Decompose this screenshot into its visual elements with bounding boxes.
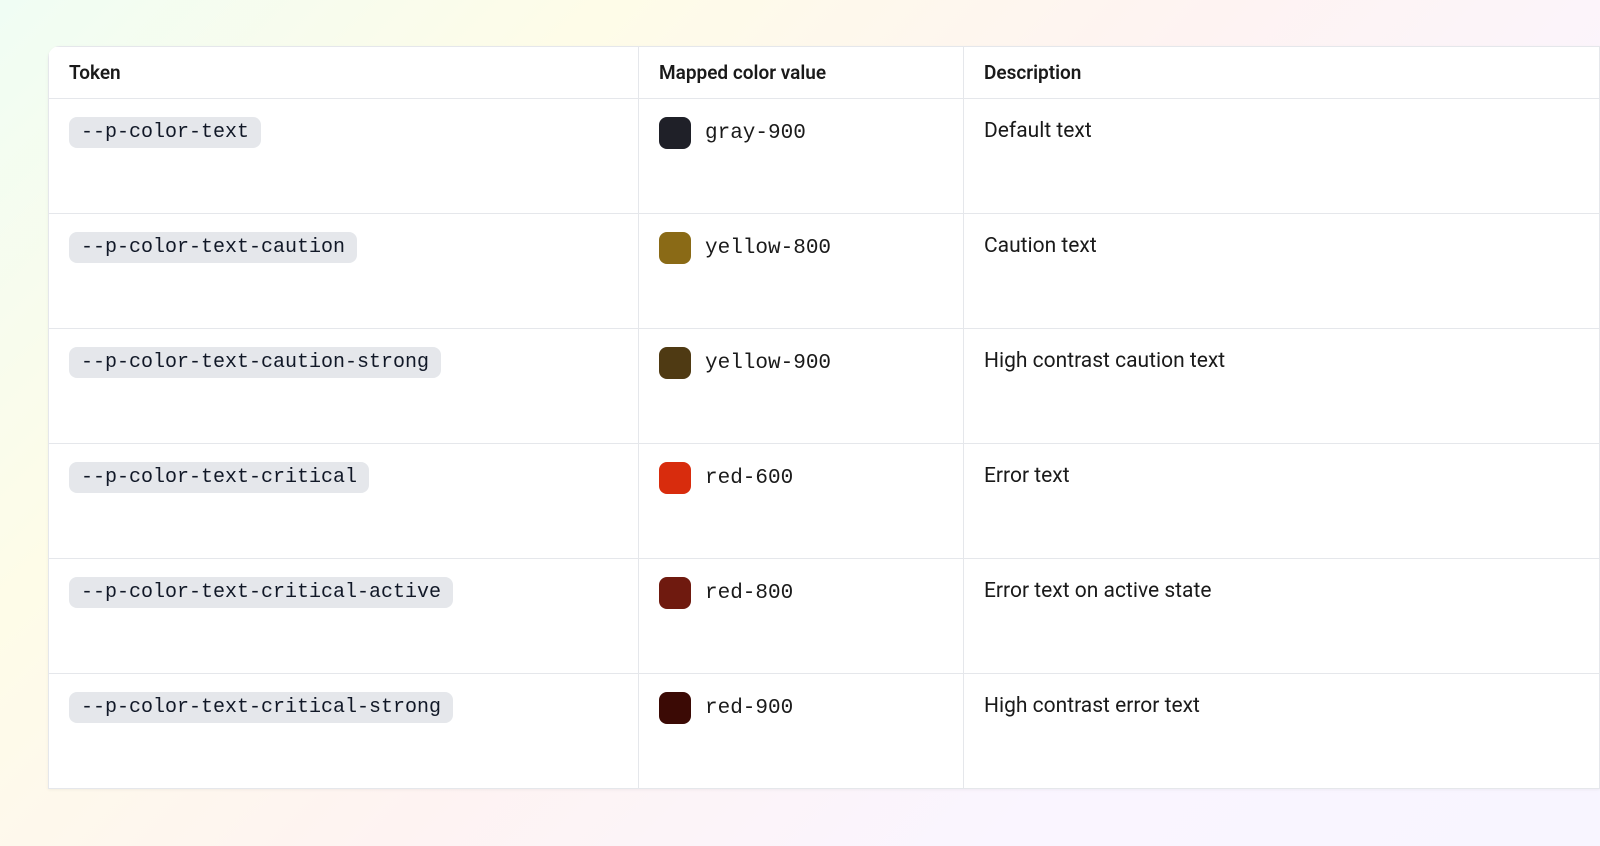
header-token: Token	[49, 47, 639, 99]
token-pill: --p-color-text-caution-strong	[69, 347, 441, 378]
tokens-table-card: Token Mapped color value Description --p…	[48, 46, 1600, 789]
cell-description: Default text	[964, 99, 1600, 214]
token-pill: --p-color-text-critical-active	[69, 577, 453, 608]
swatch-wrap: gray-900	[659, 117, 943, 149]
cell-token: --p-color-text-caution-strong	[49, 329, 639, 444]
table-row: --p-color-text gray-900 Default text	[49, 99, 1600, 214]
token-pill: --p-color-text	[69, 117, 261, 148]
cell-token: --p-color-text-critical-active	[49, 559, 639, 674]
swatch-label: yellow-900	[705, 352, 831, 375]
table-row: --p-color-text-critical red-600 Error te…	[49, 444, 1600, 559]
swatch-label: red-600	[705, 467, 793, 490]
swatch-wrap: red-800	[659, 577, 943, 609]
description-text: Default text	[984, 119, 1092, 143]
description-text: Error text	[984, 464, 1070, 488]
cell-mapped: red-600	[639, 444, 964, 559]
cell-description: High contrast error text	[964, 674, 1600, 789]
token-pill: --p-color-text-critical-strong	[69, 692, 453, 723]
table-row: --p-color-text-critical-strong red-900 H…	[49, 674, 1600, 789]
cell-token: --p-color-text-critical	[49, 444, 639, 559]
cell-mapped: red-900	[639, 674, 964, 789]
cell-token: --p-color-text-critical-strong	[49, 674, 639, 789]
swatch-label: red-800	[705, 582, 793, 605]
description-text: High contrast caution text	[984, 349, 1225, 373]
token-pill: --p-color-text-caution	[69, 232, 357, 263]
table-row: --p-color-text-caution-strong yellow-900…	[49, 329, 1600, 444]
cell-token: --p-color-text	[49, 99, 639, 214]
color-swatch	[659, 232, 691, 264]
header-description: Description	[964, 47, 1600, 99]
cell-mapped: yellow-800	[639, 214, 964, 329]
cell-mapped: yellow-900	[639, 329, 964, 444]
cell-token: --p-color-text-caution	[49, 214, 639, 329]
cell-description: Error text on active state	[964, 559, 1600, 674]
header-mapped: Mapped color value	[639, 47, 964, 99]
cell-mapped: gray-900	[639, 99, 964, 214]
description-text: High contrast error text	[984, 694, 1200, 718]
cell-description: High contrast caution text	[964, 329, 1600, 444]
swatch-wrap: red-600	[659, 462, 943, 494]
cell-description: Error text	[964, 444, 1600, 559]
swatch-wrap: yellow-800	[659, 232, 943, 264]
swatch-label: red-900	[705, 697, 793, 720]
cell-mapped: red-800	[639, 559, 964, 674]
tokens-table: Token Mapped color value Description --p…	[48, 46, 1600, 789]
token-pill: --p-color-text-critical	[69, 462, 369, 493]
swatch-label: yellow-800	[705, 237, 831, 260]
color-swatch	[659, 462, 691, 494]
color-swatch	[659, 117, 691, 149]
table-row: --p-color-text-caution yellow-800 Cautio…	[49, 214, 1600, 329]
description-text: Error text on active state	[984, 579, 1211, 603]
cell-description: Caution text	[964, 214, 1600, 329]
color-swatch	[659, 577, 691, 609]
table-header-row: Token Mapped color value Description	[49, 47, 1600, 99]
color-swatch	[659, 347, 691, 379]
color-swatch	[659, 692, 691, 724]
table-row: --p-color-text-critical-active red-800 E…	[49, 559, 1600, 674]
swatch-wrap: red-900	[659, 692, 943, 724]
swatch-label: gray-900	[705, 122, 806, 145]
description-text: Caution text	[984, 234, 1097, 258]
swatch-wrap: yellow-900	[659, 347, 943, 379]
